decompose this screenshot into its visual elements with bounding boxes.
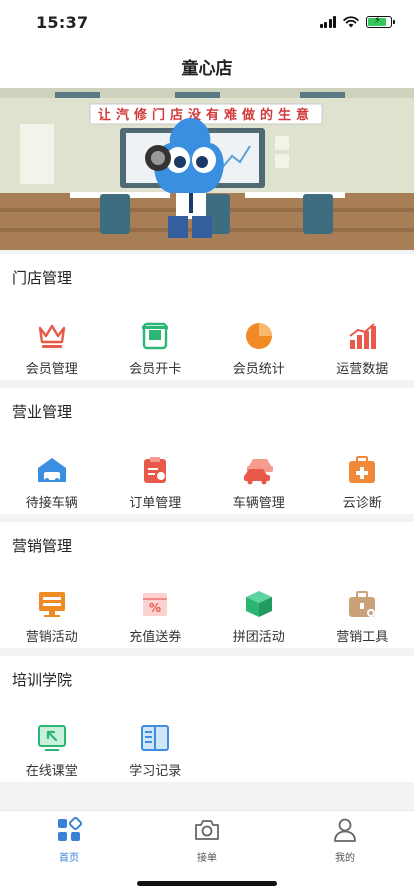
- feature-sections: 门店管理 会员管理 会员开卡 会员统计 运营数据 营业管理 待接车辆 订单管理 …: [0, 254, 414, 790]
- user-icon: [332, 817, 358, 847]
- grid-item-member-card[interactable]: 会员开卡: [104, 300, 208, 380]
- grid-item-group-buying[interactable]: 拼团活动: [207, 568, 311, 648]
- app-screen: 15:37 ⚡ 童心店 让汽修门店没有难做的生意 门店管理 会员管理 会员开卡 …: [0, 0, 414, 896]
- svg-text:%: %: [149, 601, 161, 615]
- section-title: 营销管理: [12, 536, 73, 555]
- section-title: 营业管理: [12, 402, 73, 421]
- grid-item-label: 会员管理: [25, 362, 78, 377]
- crown-icon: [36, 320, 68, 352]
- grid-item-order-management[interactable]: 订单管理: [104, 434, 208, 514]
- grid-item-study-record[interactable]: 学习记录: [104, 702, 208, 782]
- tab-label: 接单: [197, 853, 217, 864]
- grid-item-label: 车辆管理: [232, 496, 285, 511]
- grid-item-label: 在线课堂: [25, 764, 78, 779]
- feature-grid: 待接车辆 订单管理 车辆管理 云诊断: [0, 434, 414, 514]
- box-icon: [243, 588, 275, 620]
- card-machine-icon: [139, 320, 171, 352]
- feature-grid: 营销活动 % 充值送券 拼团活动 营销工具: [0, 568, 414, 648]
- grid-item-member-management[interactable]: 会员管理: [0, 300, 104, 380]
- promo-banner[interactable]: 让汽修门店没有难做的生意: [0, 88, 414, 250]
- grid-item-marketing-tools[interactable]: 营销工具: [311, 568, 414, 648]
- grid-item-label: 学习记录: [129, 764, 182, 779]
- online-class-icon: [36, 722, 68, 754]
- grid-item-operation-data[interactable]: 运营数据: [311, 300, 414, 380]
- page-title: 童心店: [181, 58, 233, 79]
- grid-item-marketing-activity[interactable]: 营销活动: [0, 568, 104, 648]
- cars-icon: [243, 454, 275, 486]
- wifi-icon: [343, 16, 359, 28]
- grid-item-label: 会员统计: [232, 362, 285, 377]
- clipboard-icon: [139, 454, 171, 486]
- section-title: 培训学院: [12, 670, 73, 689]
- home-indicator: [137, 881, 277, 886]
- tab-label: 首页: [59, 853, 79, 864]
- camera-icon: [194, 817, 220, 847]
- nav-header: 童心店: [0, 44, 414, 88]
- section-marketing-management: 营销管理 营销活动 % 充值送券 拼团活动 营销工具: [0, 522, 414, 648]
- banner-illustration: 让汽修门店没有难做的生意: [0, 88, 414, 250]
- feature-grid: 会员管理 会员开卡 会员统计 运营数据: [0, 300, 414, 380]
- toolbox-icon: [346, 588, 378, 620]
- section-header: 营销管理: [0, 522, 414, 568]
- grid-item-online-class[interactable]: 在线课堂: [0, 702, 104, 782]
- feature-grid: 在线课堂 学习记录: [0, 702, 414, 782]
- grid-item-label: 订单管理: [129, 496, 182, 511]
- grid-item-label: 营销工具: [336, 630, 389, 645]
- grid-item-cloud-diagnosis[interactable]: 云诊断: [311, 434, 414, 514]
- signal-icon: [319, 16, 336, 28]
- book-icon: [139, 722, 171, 754]
- grid-item-label: 营销活动: [25, 630, 78, 645]
- section-training-academy: 培训学院 在线课堂 学习记录: [0, 656, 414, 782]
- status-icons: ⚡: [319, 15, 395, 28]
- grid-item-label: 云诊断: [342, 496, 382, 511]
- coupon-icon: %: [139, 588, 171, 620]
- grid-item-label: 拼团活动: [232, 630, 285, 645]
- home-grid-icon: [56, 816, 83, 847]
- tab-home[interactable]: 首页: [0, 811, 138, 896]
- section-header: 培训学院: [0, 656, 414, 702]
- medical-box-icon: [346, 454, 378, 486]
- grid-item-label: 会员开卡: [129, 362, 182, 377]
- bar-chart-icon: [346, 320, 378, 352]
- section-header: 门店管理: [0, 254, 414, 300]
- grid-item-pending-vehicles[interactable]: 待接车辆: [0, 434, 104, 514]
- tab-profile[interactable]: 我的: [276, 811, 414, 896]
- battery-icon: ⚡: [366, 15, 395, 28]
- grid-item-member-stats[interactable]: 会员统计: [207, 300, 311, 380]
- pie-chart-icon: [243, 320, 275, 352]
- grid-item-vehicle-management[interactable]: 车辆管理: [207, 434, 311, 514]
- status-bar: 15:37 ⚡: [0, 0, 414, 44]
- grid-item-recharge-coupon[interactable]: % 充值送券: [104, 568, 208, 648]
- section-title: 门店管理: [12, 268, 73, 287]
- section-store-management: 门店管理 会员管理 会员开卡 会员统计 运营数据: [0, 254, 414, 380]
- grid-item-label: 运营数据: [336, 362, 389, 377]
- grid-item-label: 待接车辆: [25, 496, 78, 511]
- tab-label: 我的: [335, 853, 355, 864]
- status-time: 15:37: [36, 12, 89, 32]
- grid-item-label: 充值送券: [129, 630, 182, 645]
- monitor-icon: [36, 588, 68, 620]
- car-garage-icon: [36, 454, 68, 486]
- banner-slogan: 让汽修门店没有难做的生意: [98, 107, 314, 123]
- section-business-management: 营业管理 待接车辆 订单管理 车辆管理 云诊断: [0, 388, 414, 514]
- section-header: 营业管理: [0, 388, 414, 434]
